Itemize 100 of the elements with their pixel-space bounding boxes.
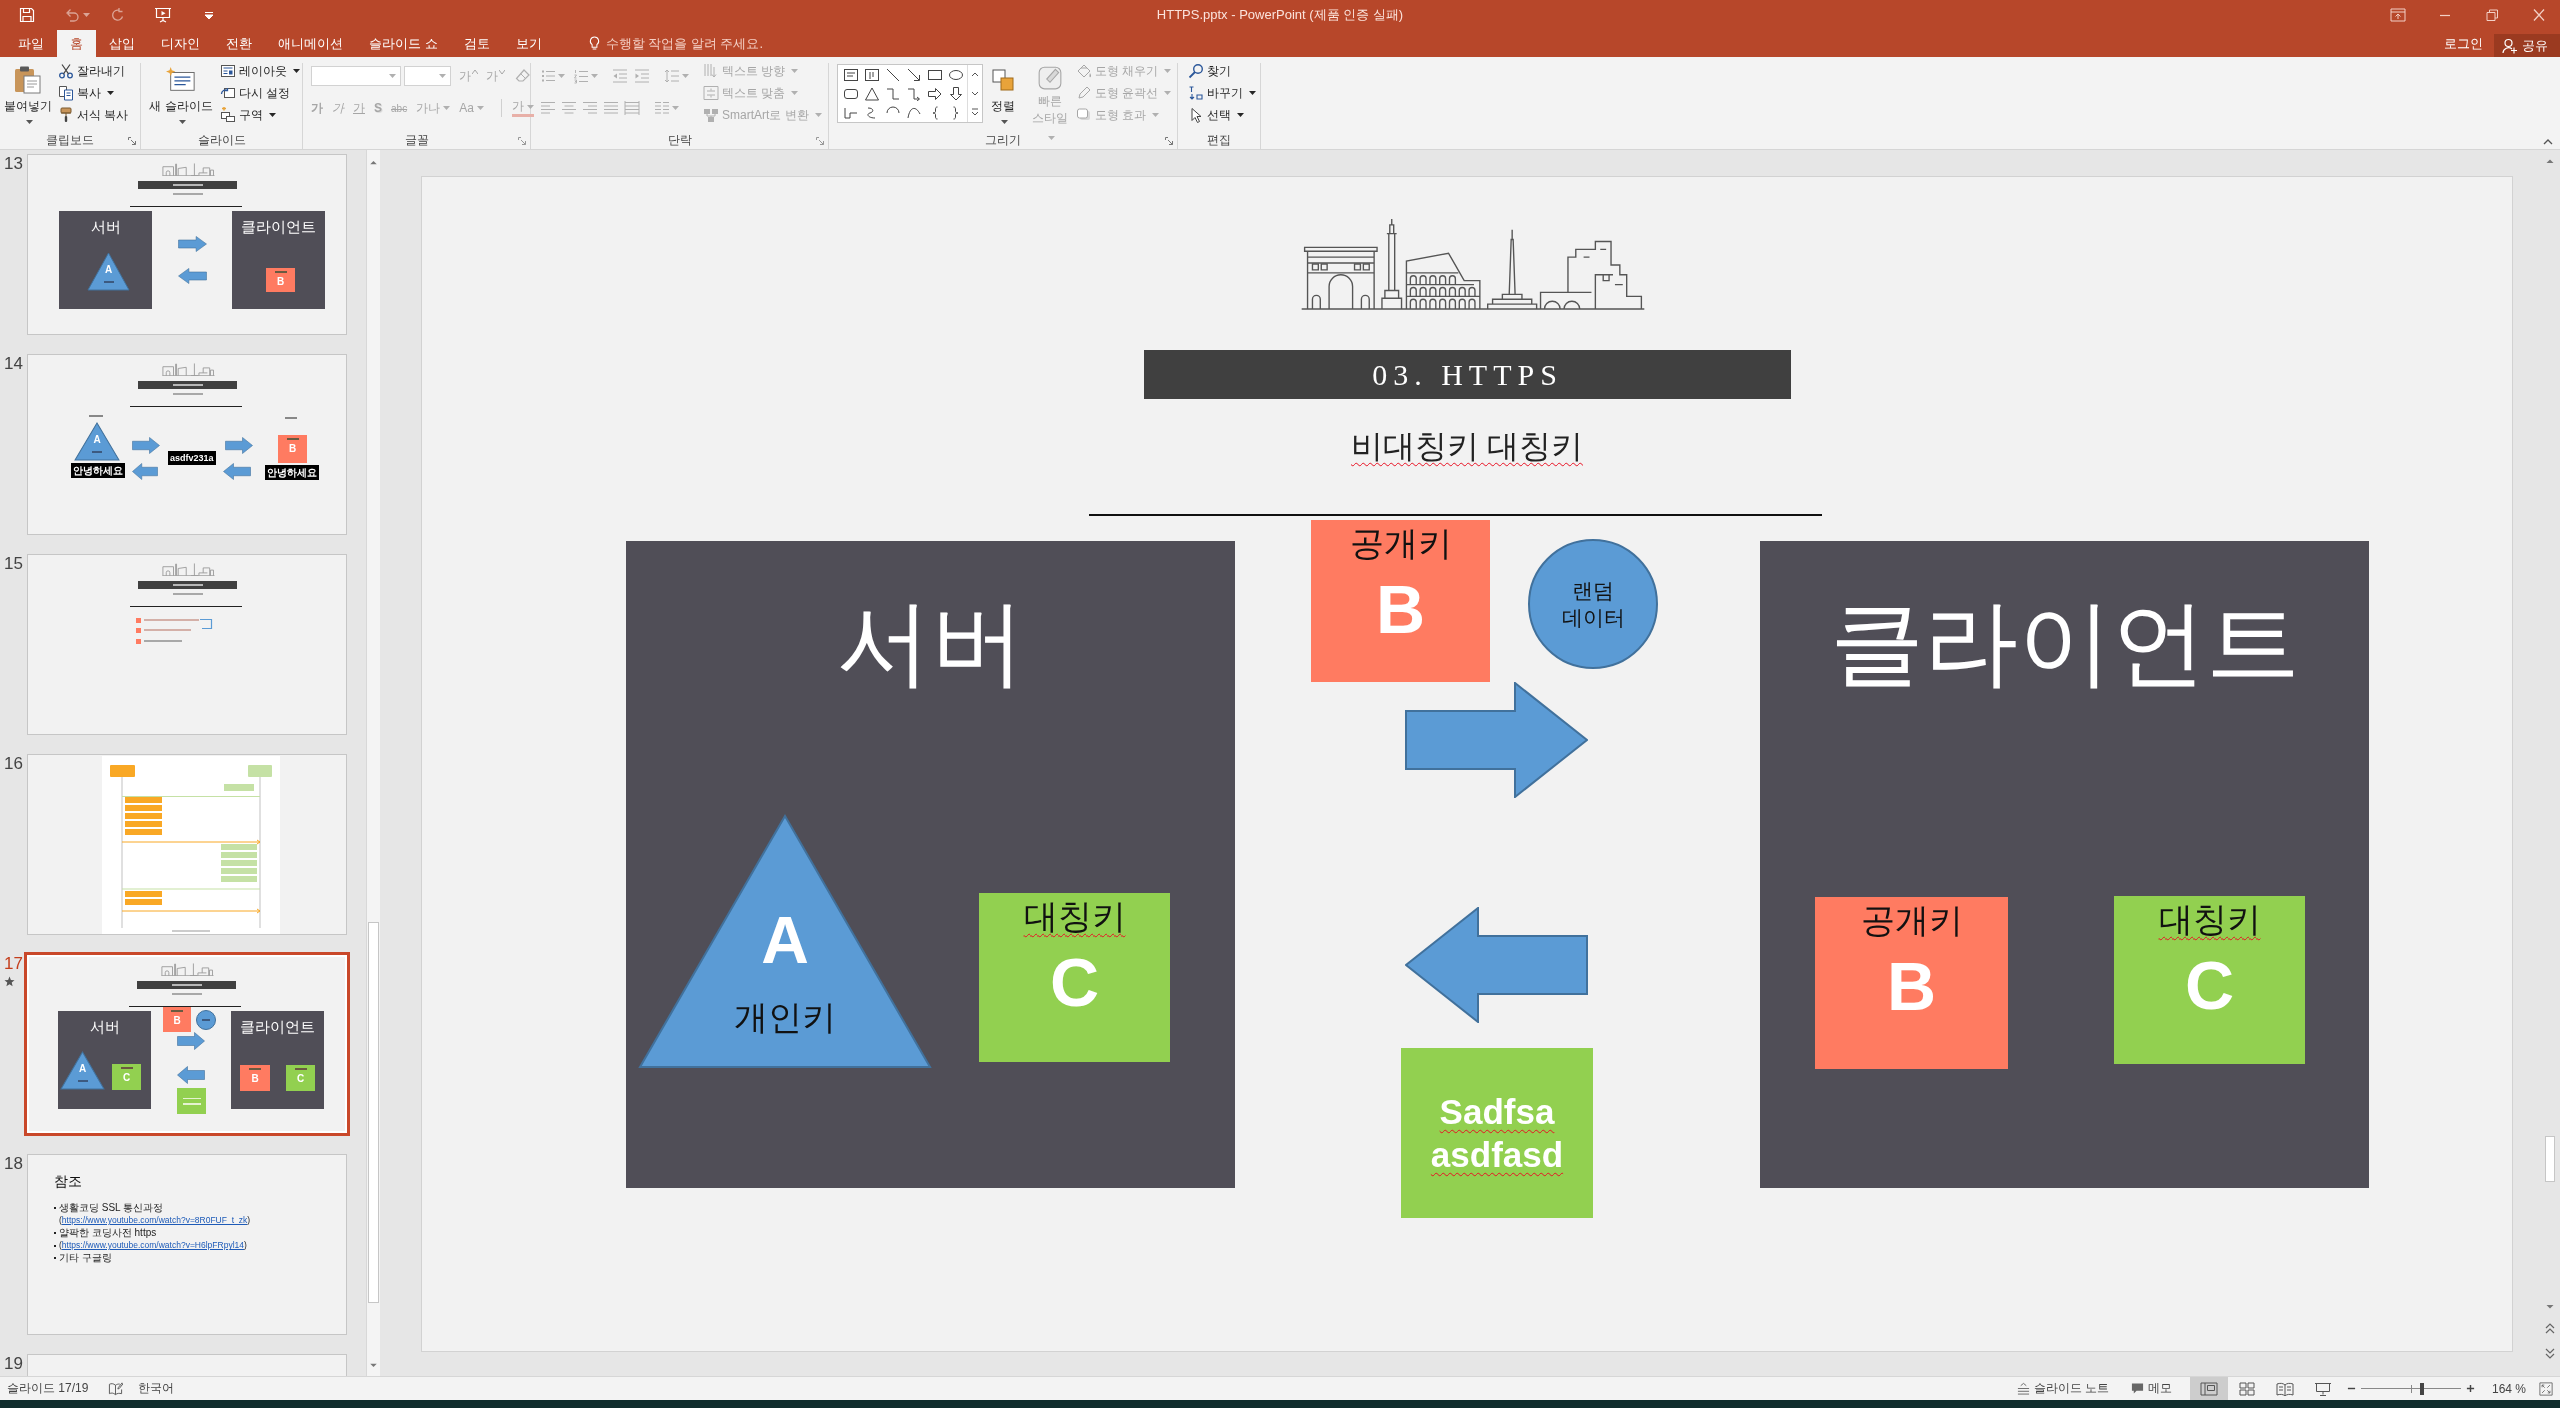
caret-icon[interactable]	[107, 91, 114, 95]
reset-button[interactable]: 다시 설정	[220, 82, 300, 104]
tiny-text-mark	[173, 593, 203, 595]
reference-link[interactable]: (https://www.youtube.com/watch?v=H6lpFRpyl14)	[59, 1240, 247, 1252]
slide-heading: 참조	[54, 1173, 82, 1190]
paste-button[interactable]: 붙여넣기	[4, 63, 52, 124]
oval-icon[interactable]	[948, 67, 963, 82]
scrollbar-thumb[interactable]	[368, 922, 379, 1303]
presentation-screen-icon[interactable]	[154, 7, 172, 23]
section-button[interactable]: 구역	[220, 104, 300, 126]
clipboard-icon	[13, 65, 43, 95]
caret-icon[interactable]	[269, 113, 276, 117]
caret-down-icon	[499, 70, 505, 74]
scrollbar-thumb[interactable]	[2545, 1136, 2555, 1182]
caret-icon[interactable]	[1249, 91, 1256, 95]
format-painter-button[interactable]: 서식 복사	[58, 104, 129, 126]
key-letter: C	[1049, 943, 1100, 1021]
square-bullet-icon	[136, 639, 141, 644]
vertical-scrollbar[interactable]	[366, 150, 380, 1376]
slide-thumbnail[interactable]: 참조 생활코딩 SSL 통신과정 (https://www.youtube.com/watch?v=8R0FUF_t_zk) 얄팍한 코딩사전 https (https://www.youtube.com/watch?v=H6lpFRpyl14) 기타 구글링	[27, 1154, 347, 1335]
block-right-arrow-icon[interactable]	[927, 86, 942, 101]
ribbon-tab[interactable]: 홈	[57, 30, 96, 57]
arrange-button[interactable]: 정렬	[988, 63, 1018, 124]
zoom-slider-thumb[interactable]	[2419, 1382, 2424, 1395]
lightbulb-icon[interactable]	[588, 36, 600, 51]
ribbon-tab[interactable]: 디자인	[148, 30, 213, 57]
dialog-launcher-icon[interactable]	[1165, 136, 1173, 145]
curve-icon[interactable]	[906, 105, 921, 120]
book-pencil-icon[interactable]	[108, 1381, 124, 1396]
tiny-text-mark	[274, 271, 287, 273]
slide-thumbnail[interactable]	[27, 1354, 347, 1376]
reference-text: 얄팍한 코딩사전 https	[59, 1227, 157, 1240]
right-arrow-shape	[225, 437, 253, 454]
slide-thumbnail[interactable]: A 안녕하세요 asdfv231a B 안녕하세요	[27, 354, 347, 535]
sign-in-link[interactable]: 로그인	[2433, 30, 2494, 57]
rectangle-icon[interactable]	[927, 67, 942, 82]
slide-sorter-icon	[2237, 1381, 2256, 1396]
text-box-icon[interactable]	[843, 67, 858, 82]
arrow-line-icon[interactable]	[906, 67, 921, 82]
caret-icon[interactable]	[1001, 120, 1008, 124]
caret-icon[interactable]	[179, 120, 186, 124]
find-button[interactable]: 찾기	[1188, 60, 1256, 82]
elbow-arrow-icon[interactable]	[906, 86, 921, 101]
copy-button[interactable]: 복사	[58, 82, 129, 104]
left-arrow-shape	[223, 463, 251, 480]
dialog-launcher-icon[interactable]	[128, 136, 136, 145]
view-button[interactable]	[2189, 1377, 2228, 1400]
ribbon-tab[interactable]: 파일	[5, 30, 57, 57]
caret-icon[interactable]	[1237, 113, 1244, 117]
cut-button[interactable]: 잘라내기	[58, 60, 129, 82]
group-label: 단락	[667, 132, 692, 149]
plus-icon[interactable]	[2465, 1384, 2475, 1393]
caret-up-icon[interactable]	[2543, 139, 2553, 145]
save-icon[interactable]	[19, 7, 35, 23]
dialog-launcher-icon[interactable]	[816, 136, 824, 145]
caret-icon[interactable]	[293, 69, 300, 73]
caret-icon[interactable]	[26, 120, 33, 124]
ribbon-tab[interactable]: 애니메이션	[265, 30, 356, 57]
layout-button[interactable]: 레이아웃	[220, 60, 300, 82]
ribbon-tab[interactable]: 검토	[450, 30, 503, 57]
slide-thumbnail[interactable]	[27, 554, 347, 735]
rounded-rectangle-icon[interactable]	[843, 86, 858, 101]
restore-icon[interactable]	[2484, 8, 2500, 22]
block-down-arrow-icon[interactable]	[948, 86, 963, 101]
ribbon-tab[interactable]: 보기	[502, 30, 555, 57]
share-button[interactable]: 공유	[2494, 34, 2560, 57]
key-letter: B	[1886, 947, 1937, 1025]
reference-link[interactable]: (https://www.youtube.com/watch?v=8R0FUF_t_zk)	[59, 1215, 251, 1227]
replace-button[interactable]: 바꾸기	[1188, 82, 1256, 104]
comments-button[interactable]: 메모	[2130, 1380, 2172, 1397]
user-plus-icon	[2502, 37, 2518, 54]
ribbon-tab[interactable]: 전환	[213, 30, 265, 57]
tiny-text-mark	[144, 640, 182, 642]
ribbon-display-options-icon[interactable]	[2390, 8, 2406, 22]
key-letter: A	[761, 904, 809, 976]
key-letter: B	[288, 442, 297, 454]
close-icon[interactable]	[2531, 8, 2547, 22]
new-slide-button[interactable]: 새 슬라이드	[148, 63, 214, 124]
slide-number: 16	[4, 754, 23, 774]
slide-thumbnail[interactable]: 서버 클라이언트 A B	[27, 154, 347, 335]
zoom-level-text[interactable]: 164 %	[2491, 1381, 2526, 1396]
select-button[interactable]: 선택	[1188, 104, 1256, 126]
zoom-slider[interactable]	[2360, 1382, 2461, 1395]
dialog-launcher-icon[interactable]	[518, 136, 526, 145]
left-arrow-shape	[132, 463, 158, 480]
reference-text: 기타 구글링	[59, 1252, 112, 1265]
key-letter: C	[2184, 946, 2235, 1024]
ribbon-tab[interactable]: 슬라이드 쇼	[356, 30, 451, 57]
triangle-icon[interactable]	[864, 86, 879, 101]
vertical-text-box-icon[interactable]	[864, 67, 879, 82]
paint-bucket-icon	[1076, 63, 1092, 79]
ribbon-tab[interactable]: 삽입	[96, 30, 148, 57]
fit-to-window-icon[interactable]	[2539, 1381, 2553, 1396]
tiny-text-mark	[173, 393, 203, 395]
slide-thumbnail[interactable]: 서버 클라이언트 A C B B C	[24, 952, 350, 1136]
tell-me-field[interactable]: 수행할 작업을 알려 주세요.	[605, 30, 784, 57]
line-icon[interactable]	[885, 67, 900, 82]
slide-thumbnail[interactable]	[27, 754, 347, 935]
notes-button[interactable]: 슬라이드 노트	[2016, 1380, 2109, 1397]
language-indicator[interactable]: 한국어	[138, 1380, 175, 1397]
